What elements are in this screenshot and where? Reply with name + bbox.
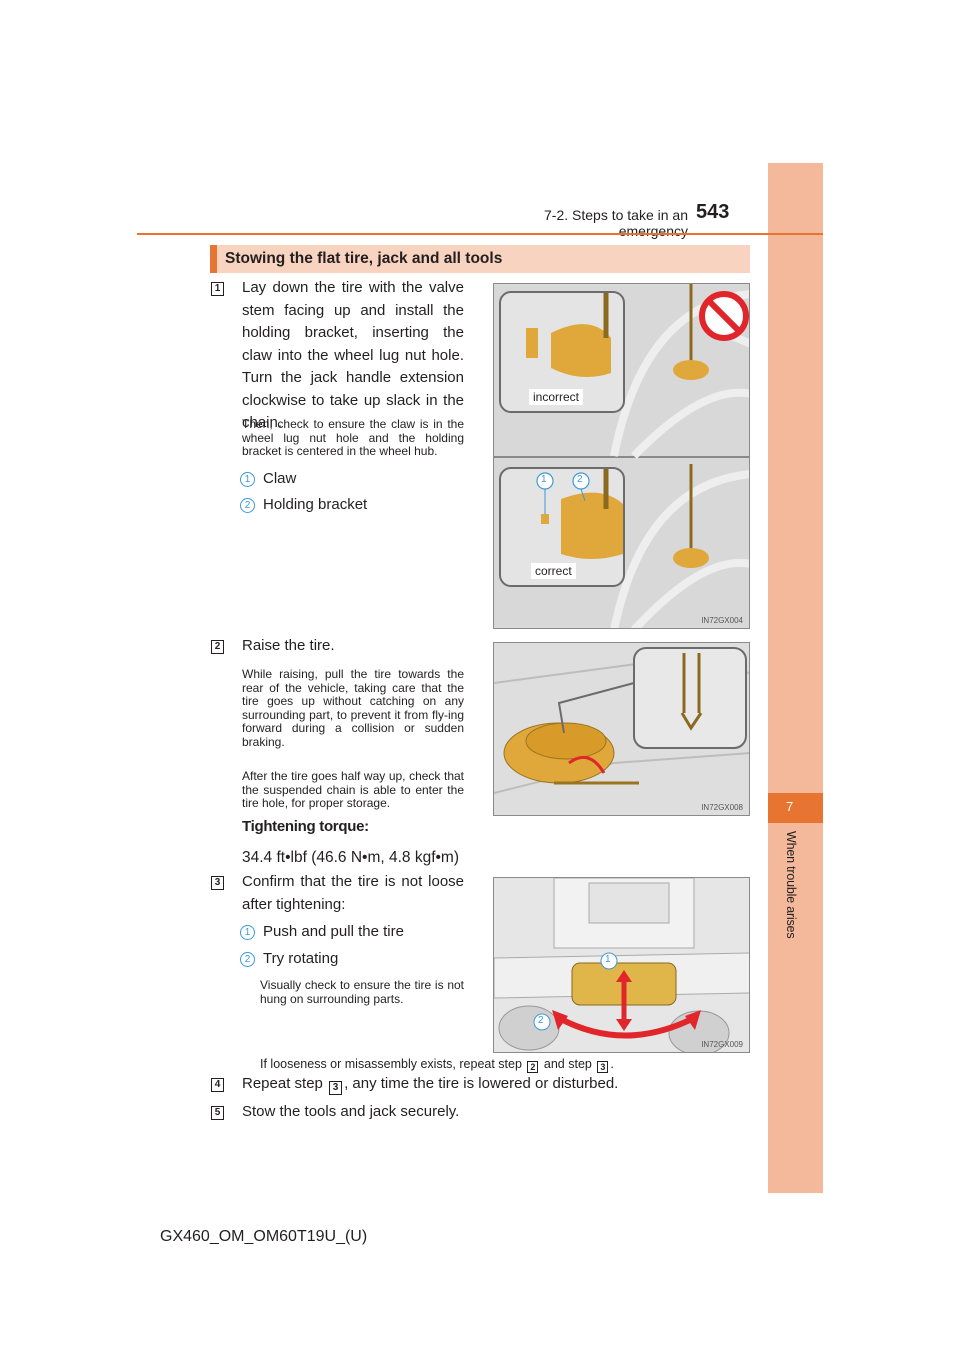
inset-label-incorrect: incorrect (529, 389, 584, 405)
callout-label: Claw (263, 470, 297, 487)
callout-try-rotating: 2 Try rotating (240, 950, 338, 967)
figure-code: IN72GX008 (701, 803, 743, 812)
step-ref-3[interactable]: 3 (329, 1081, 343, 1095)
document-code: GX460_OM_OM60T19U_(U) (160, 1228, 368, 1245)
figure-callout-2: 2 (538, 1015, 544, 1026)
step-number-1: 1 (211, 282, 224, 296)
figure-code: IN72GX009 (701, 1040, 743, 1049)
inset-label-correct: correct (531, 563, 576, 579)
callout-push-pull: 1 Push and pull the tire (240, 923, 404, 940)
page-number: 543 (696, 201, 730, 223)
figure-raise-tire: IN72GX008 (493, 642, 750, 816)
repeat-note: If looseness or misassembly exists, repe… (260, 1057, 680, 1073)
callout-number-1: 1 (240, 925, 255, 940)
callout-number-2: 2 (240, 498, 255, 513)
chapter-title: When trouble arises (784, 831, 798, 939)
header-divider (137, 233, 823, 235)
figure-holding-bracket: incorrect 1 2 correct IN72GX004 (493, 283, 750, 629)
callout-label: Holding bracket (263, 496, 368, 513)
step-2-text: Raise the tire. (242, 637, 335, 654)
step-4-after: , any time the tire is lowered or distur… (344, 1075, 619, 1092)
torque-label: Tightening torque: (242, 818, 369, 835)
repeat-note-after: . (610, 1057, 614, 1071)
step-3-note: Visually check to ensure the tire is not… (260, 978, 464, 1006)
callout-holding-bracket: 2 Holding bracket (240, 496, 367, 513)
step-4-text: Repeat step 3, any time the tire is lowe… (242, 1073, 662, 1096)
figure-code: IN72GX004 (701, 616, 743, 625)
callout-label: Push and pull the tire (263, 923, 404, 940)
step-number-2: 2 (211, 640, 224, 654)
step-3-text: Confirm that the tire is not loose after… (242, 873, 464, 913)
section-title: Stowing the flat tire, jack and all tool… (225, 250, 503, 267)
chapter-number-box: 7 (768, 793, 823, 823)
step-1-text: Lay down the tire with the valve stem fa… (242, 279, 464, 431)
repeat-note-before: If looseness or misassembly exists, repe… (260, 1057, 522, 1071)
step-2-note-2: After the tire goes half way up, check t… (242, 769, 464, 810)
callout-label: Try rotating (263, 950, 339, 967)
step-1-note: Then, check to ensure the claw is in the… (242, 417, 464, 458)
figure-callout-2: 2 (577, 474, 583, 485)
chapter-number: 7 (786, 799, 794, 814)
step-ref-3[interactable]: 3 (597, 1061, 609, 1073)
repeat-note-middle: and step (543, 1057, 592, 1071)
vehicle-rear-illustration (494, 878, 749, 1052)
callout-claw: 1 Claw (240, 470, 296, 487)
step-4-before: Repeat step (242, 1075, 323, 1092)
step-5-text: Stow the tools and jack securely. (242, 1103, 460, 1120)
tire-raise-illustration (494, 643, 749, 815)
step-number-4: 4 (211, 1078, 224, 1092)
figure-confirm-tire: 1 2 IN72GX009 (493, 877, 750, 1053)
figure-callout-1: 1 (605, 954, 611, 965)
step-2-note-1: While raising, pull the tire towards the… (242, 667, 464, 749)
step-ref-2[interactable]: 2 (527, 1061, 539, 1073)
inset-incorrect: incorrect (499, 291, 625, 413)
callout-number-1: 1 (240, 472, 255, 487)
step-number-3: 3 (211, 876, 224, 890)
step-number-5: 5 (211, 1106, 224, 1120)
inset-correct: 1 2 correct (499, 467, 625, 587)
chapter-side-tab: 7 When trouble arises (768, 163, 823, 1193)
section-heading: Stowing the flat tire, jack and all tool… (210, 245, 750, 273)
figure-callout-1: 1 (541, 474, 547, 485)
callout-number-2: 2 (240, 952, 255, 967)
torque-value: 34.4 ft•lbf (46.6 N•m, 4.8 kgf•m) (242, 849, 459, 866)
